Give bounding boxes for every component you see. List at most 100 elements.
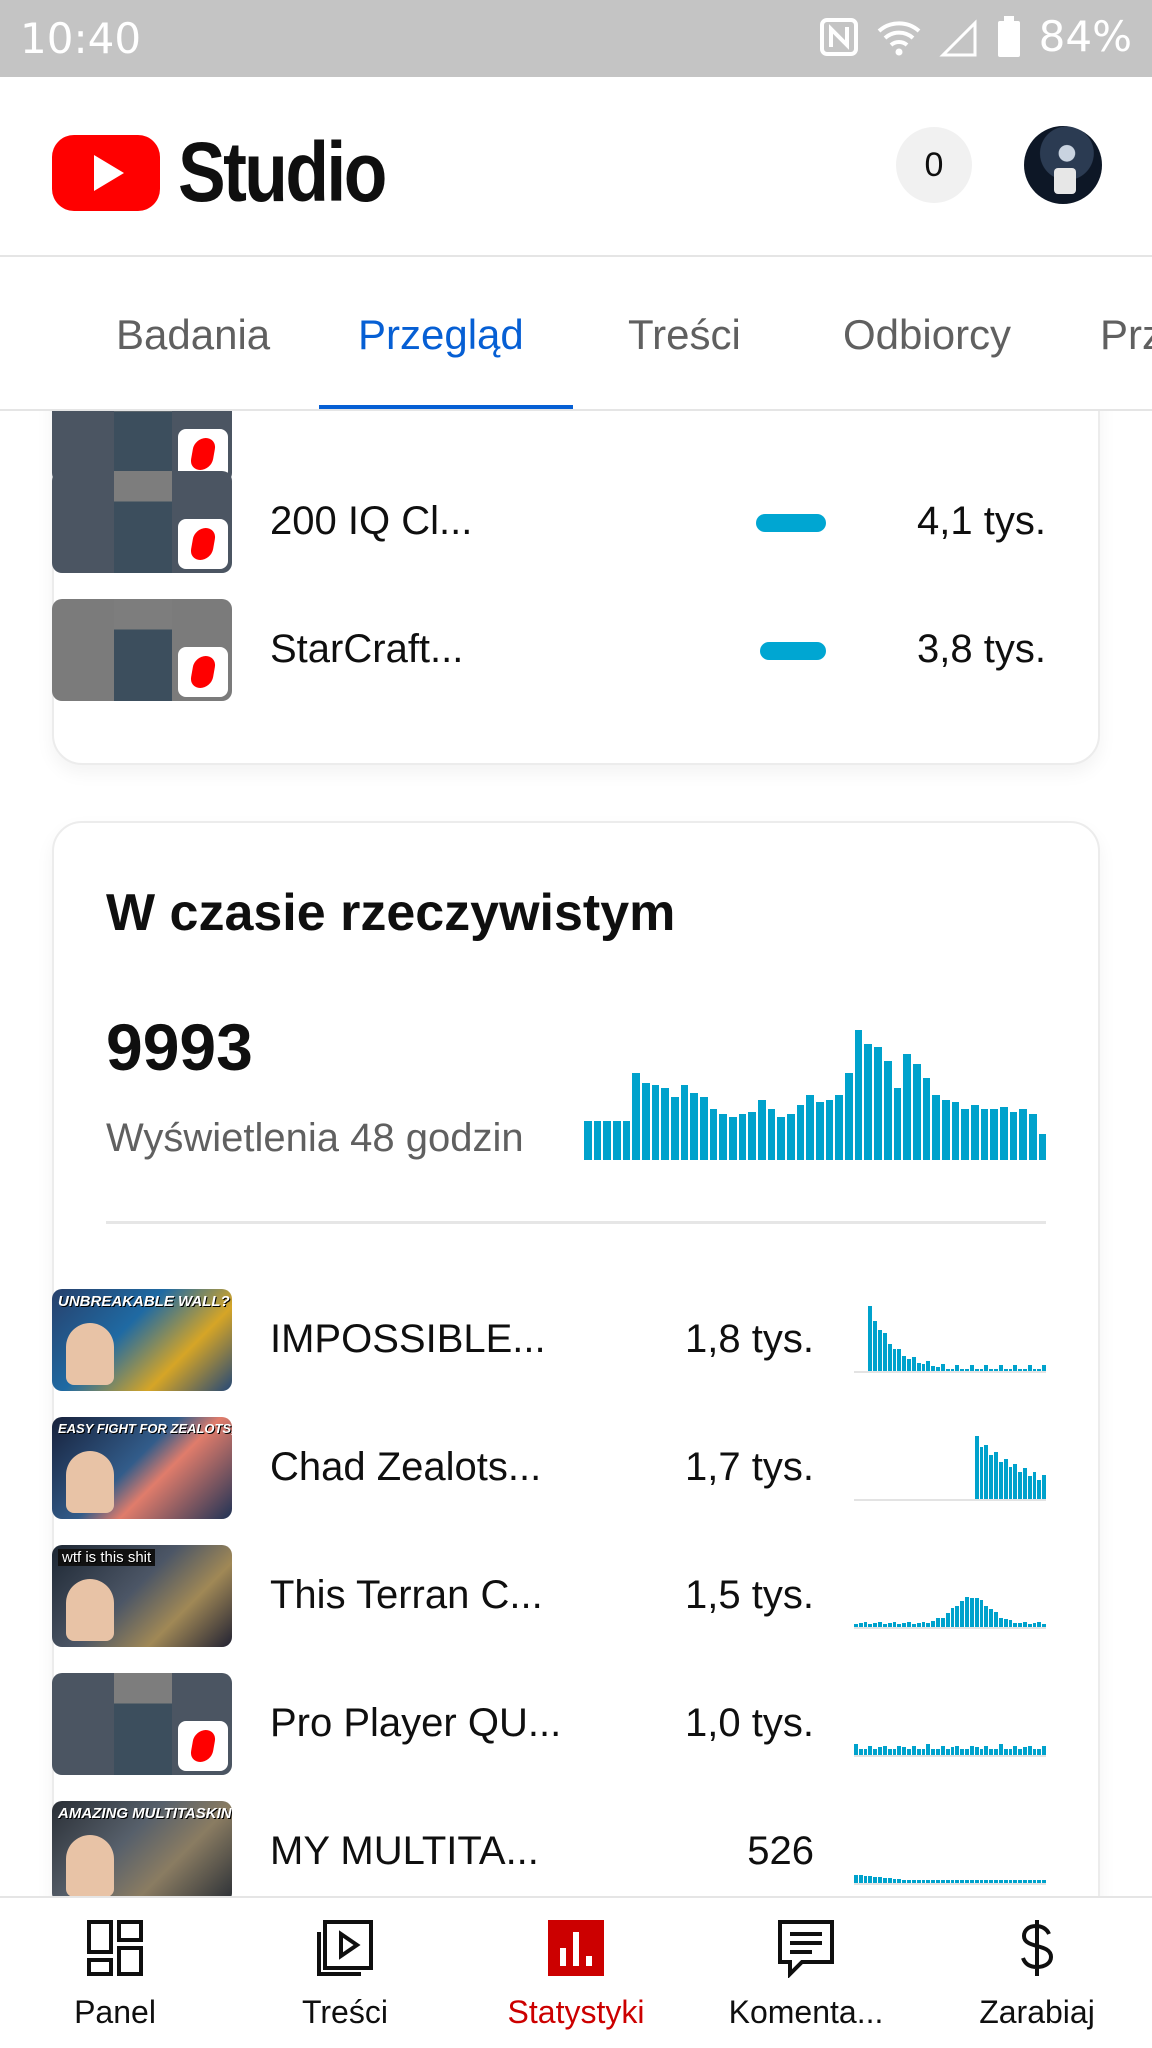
video-views: 3,8 tys.	[917, 627, 1046, 671]
sparkline-bar	[907, 1749, 911, 1755]
sparkline-bar	[940, 1618, 945, 1627]
sparkline-bar	[868, 1876, 873, 1883]
nav-statystyki[interactable]: Statystyki	[461, 1898, 691, 2048]
video-thumbnail[interactable]	[52, 1673, 232, 1775]
hourly-bar	[690, 1093, 699, 1160]
sparkline-bar	[974, 1436, 979, 1499]
hourly-bar	[980, 1109, 989, 1160]
hourly-bar	[593, 1121, 602, 1160]
analytics-content[interactable]: 200 IQ Cl... 4,1 tys. StarCraft... 3,8 t…	[0, 411, 1152, 1896]
sparkline-bar	[1027, 1746, 1032, 1755]
sparkline-bar	[989, 1369, 994, 1371]
sparkline-bar	[960, 1369, 965, 1371]
sparkline-bar	[921, 1364, 926, 1371]
signal-icon	[939, 18, 977, 56]
sparkline-bar	[1018, 1880, 1022, 1883]
video-title[interactable]: Pro Player QU...	[270, 1701, 561, 1746]
shorts-icon	[178, 647, 228, 697]
sparkline-bar	[1013, 1623, 1018, 1627]
sparkline-bar	[936, 1749, 940, 1755]
sparkline-bar	[989, 1455, 994, 1499]
video-title[interactable]: StarCraft...	[270, 627, 463, 672]
hourly-bar	[738, 1114, 747, 1160]
video-sparkline	[854, 1577, 1047, 1629]
earn-icon	[1021, 1920, 1054, 1976]
hourly-bar	[893, 1088, 902, 1160]
tab-odbiorcy[interactable]: Odbiorcy	[843, 311, 1011, 359]
video-thumbnail[interactable]	[52, 471, 232, 573]
sparkline-bar	[998, 1365, 1003, 1371]
hourly-bar	[806, 1095, 815, 1160]
video-title[interactable]: This Terran C...	[270, 1573, 543, 1618]
hourly-bar	[642, 1083, 650, 1160]
sparkline-bar	[1032, 1749, 1037, 1755]
nav-panel[interactable]: Panel	[0, 1898, 230, 2048]
tab-tresci[interactable]: Treści	[628, 311, 741, 359]
analytics-icon	[548, 1920, 604, 1976]
sparkline-bar	[926, 1361, 931, 1371]
sparkline-bar	[892, 1349, 897, 1371]
hourly-bar	[825, 1100, 834, 1160]
sparkline-bar	[984, 1445, 989, 1499]
hourly-bar	[584, 1121, 592, 1160]
sparkline-bar	[984, 1365, 989, 1371]
sparkline-bar	[887, 1344, 892, 1371]
sparkline-bar	[892, 1879, 897, 1883]
sparkline-bar	[994, 1369, 998, 1371]
sparkline-bar	[945, 1749, 950, 1755]
sparkline-bar	[1013, 1746, 1018, 1755]
sparkline-bar	[1022, 1468, 1027, 1499]
video-views: 1,8 tys.	[685, 1317, 814, 1361]
hourly-views-chart[interactable]	[584, 1025, 1047, 1160]
sparkline-bar	[1027, 1365, 1032, 1371]
video-thumbnail[interactable]: AMAZING MULTITASKING!	[52, 1801, 232, 1896]
sparkline-bar	[863, 1749, 868, 1755]
sparkline-bar	[863, 1876, 868, 1883]
sparkline-bar	[868, 1746, 873, 1755]
comments-icon	[778, 1920, 834, 1978]
tab-przychody[interactable]: Prz	[1100, 311, 1152, 359]
video-thumbnail[interactable]: UNBREAKABLE WALL?	[52, 1289, 232, 1391]
sparkline-bar	[979, 1369, 984, 1371]
tab-przeglad[interactable]: Przegląd	[358, 311, 524, 359]
notifications-button[interactable]: 0	[896, 127, 972, 203]
sparkline-bar	[1037, 1880, 1042, 1883]
hourly-bar	[854, 1030, 863, 1160]
account-avatar[interactable]	[1024, 126, 1102, 204]
sparkline-bar	[950, 1880, 955, 1883]
hourly-bar	[912, 1064, 921, 1160]
hourly-bar	[941, 1100, 950, 1160]
hourly-bar	[719, 1114, 728, 1160]
nav-komentarze[interactable]: Komenta...	[691, 1898, 921, 2048]
sparkline-bar	[969, 1880, 974, 1883]
sparkline-bar	[854, 1744, 858, 1755]
nav-zarabiaj[interactable]: Zarabiaj	[922, 1898, 1152, 2048]
video-title[interactable]: IMPOSSIBLE...	[270, 1317, 546, 1362]
hourly-bar	[970, 1105, 979, 1160]
tab-badania[interactable]: Badania	[116, 311, 270, 359]
thumbnail-caption: EASY FIGHT FOR ZEALOTS, RIGHT?	[58, 1421, 232, 1436]
hourly-bar	[632, 1073, 641, 1160]
video-thumbnail[interactable]: EASY FIGHT FOR ZEALOTS, RIGHT?	[52, 1417, 232, 1519]
video-title[interactable]: MY MULTITA...	[270, 1829, 539, 1874]
sparkline-bar	[892, 1622, 897, 1627]
nav-label: Treści	[302, 1994, 388, 2030]
video-title[interactable]: 200 IQ Cl...	[270, 499, 472, 544]
sparkline-bar	[1008, 1369, 1013, 1371]
status-time: 10:40	[20, 14, 142, 63]
video-thumbnail[interactable]	[52, 599, 232, 701]
sparkline-bar	[940, 1746, 945, 1755]
status-bar: 10:40 84%	[0, 0, 1152, 77]
sparkline-bar	[989, 1880, 994, 1883]
sparkline-bar	[979, 1749, 984, 1755]
hourly-bar	[864, 1044, 873, 1160]
youtube-studio-logo[interactable]: Studio	[52, 124, 421, 221]
nav-tresci[interactable]: Treści	[230, 1898, 460, 2048]
sparkline-bar	[936, 1880, 940, 1883]
video-title[interactable]: Chad Zealots...	[270, 1445, 541, 1490]
sparkline-bar	[994, 1749, 998, 1755]
video-thumbnail[interactable]: wtf is this shit	[52, 1545, 232, 1647]
nav-label: Statystyki	[507, 1994, 645, 2030]
bottom-navigation: Panel Treści Statystyki Komenta... Zarab…	[0, 1896, 1152, 2048]
sparkline-bar	[878, 1877, 882, 1883]
